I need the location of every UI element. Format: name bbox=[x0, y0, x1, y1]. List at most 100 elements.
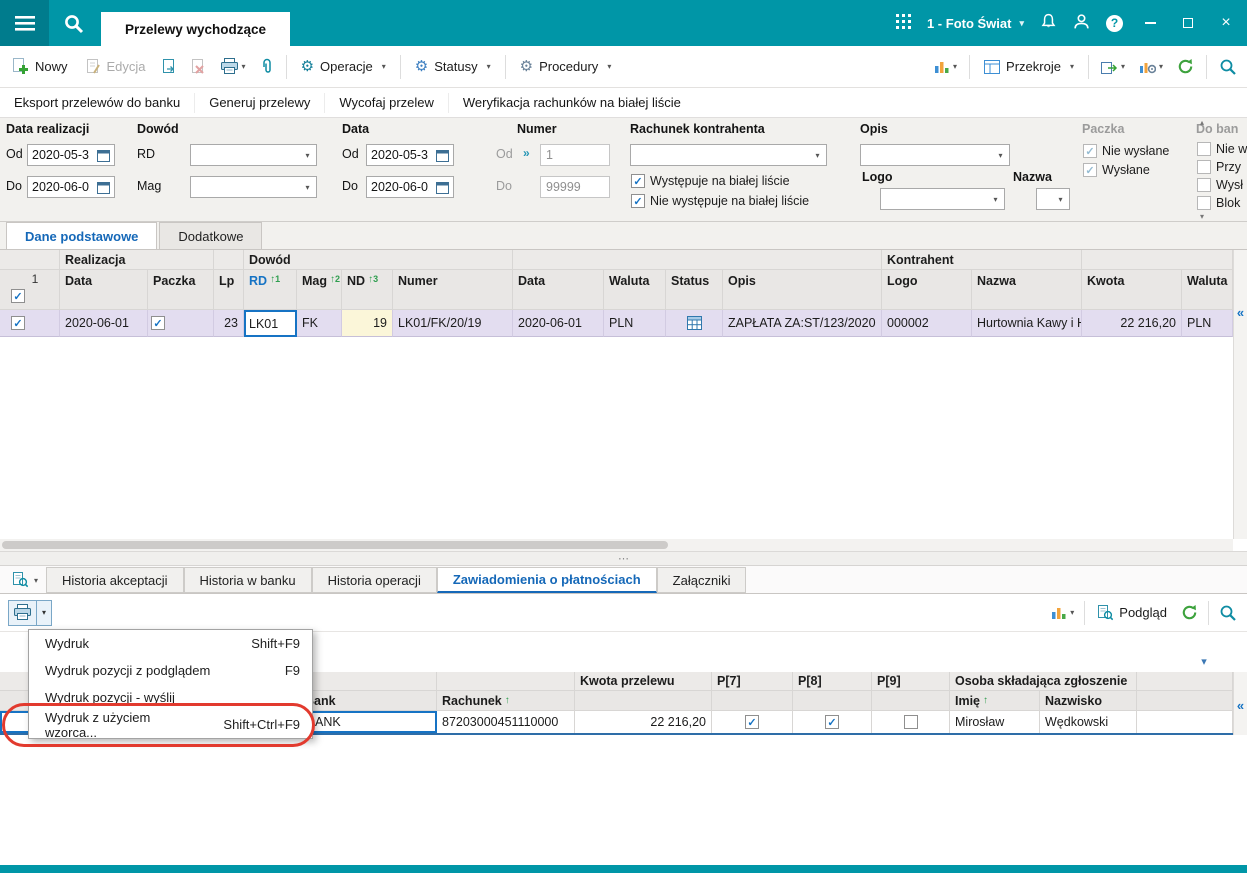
search-records-button-bottom[interactable] bbox=[1217, 601, 1239, 625]
search-records-button[interactable] bbox=[1217, 55, 1239, 79]
opis-combo[interactable]: ▾ bbox=[860, 144, 1010, 166]
refresh-button[interactable] bbox=[1175, 55, 1196, 78]
chart-settings-menu-button[interactable]: ▾ bbox=[1137, 57, 1165, 77]
select-all-checkbox[interactable]: ✓ bbox=[11, 289, 25, 303]
operacje-menu-button[interactable]: ⚙ Operacje ▾ bbox=[297, 56, 390, 77]
numer-od-input[interactable] bbox=[540, 144, 610, 166]
column-header-opis[interactable]: Opis bbox=[723, 270, 882, 310]
transfer-row[interactable]: ✓ 2020-06-01 ✓ 23 LK01 FK 19 LK01/FK/20/… bbox=[0, 310, 1233, 337]
tab-historia-w-banku[interactable]: Historia w banku bbox=[183, 567, 312, 593]
cell-rd-focused[interactable]: LK01 bbox=[244, 310, 297, 337]
column-header-data-realizacji[interactable]: Data bbox=[60, 270, 148, 310]
filter-scroll-up-button[interactable]: ▴ bbox=[1194, 116, 1210, 128]
data-do-input[interactable] bbox=[366, 176, 454, 198]
data-realizacji-do-input[interactable] bbox=[27, 176, 115, 198]
column-header-status[interactable]: Status bbox=[666, 270, 723, 310]
dowod-mag-combo[interactable]: ▾ bbox=[190, 176, 317, 198]
collapse-panel-left-icon[interactable]: « bbox=[1234, 698, 1247, 713]
column-header-numer[interactable]: Numer bbox=[393, 270, 513, 310]
tab-zawiadomienia-o-platnosciach[interactable]: Zawiadomienia o płatnościach bbox=[436, 567, 657, 593]
logo-combo[interactable]: ▾ bbox=[880, 188, 1005, 210]
filter-scroll-down-button[interactable]: ▾ bbox=[1194, 210, 1210, 222]
p7-checkbox-checked[interactable]: ✓ bbox=[745, 715, 759, 729]
column-header-rachunek[interactable]: Rachunek ↑ bbox=[437, 691, 575, 711]
do-banku-checkbox-1[interactable]: Nie w bbox=[1197, 142, 1247, 156]
maximize-button[interactable] bbox=[1177, 12, 1199, 34]
horizontal-scrollbar-thumb[interactable] bbox=[2, 541, 668, 549]
row-checkbox-checked[interactable]: ✓ bbox=[11, 316, 25, 330]
hamburger-menu-button[interactable] bbox=[0, 0, 49, 46]
chevron-down-icon[interactable]: ▾ bbox=[242, 62, 246, 71]
column-header-lp[interactable]: Lp bbox=[214, 270, 244, 310]
tab-historia-operacji[interactable]: Historia operacji bbox=[311, 567, 437, 593]
group-p8[interactable]: P[8] bbox=[793, 672, 872, 691]
generuj-przelewy-button[interactable]: Generuj przelewy bbox=[195, 92, 326, 113]
column-header-paczka[interactable]: Paczka bbox=[148, 270, 214, 310]
bottom-grid-right-scroll-strip[interactable]: « bbox=[1233, 672, 1247, 735]
company-selector[interactable]: 1 - Foto Świat ▾ bbox=[927, 16, 1024, 31]
przekroje-menu-button[interactable]: Przekroje ▾ bbox=[980, 56, 1078, 77]
row-select-cell[interactable]: ✓ bbox=[0, 310, 60, 337]
statusy-menu-button[interactable]: ⚙ Statusy ▾ bbox=[411, 56, 495, 77]
nie-wystepuje-na-bialej-liscie-checkbox[interactable]: ✓ Nie występuje na białej liście bbox=[631, 194, 809, 208]
calendar-icon[interactable] bbox=[94, 145, 113, 165]
attachment-button[interactable] bbox=[258, 55, 276, 78]
view-selector-button[interactable]: ▾ bbox=[4, 567, 46, 593]
calendar-icon[interactable] bbox=[94, 177, 113, 197]
print-button[interactable]: ▾ bbox=[218, 55, 248, 78]
menu-item-wydruk-pozycji-wyslij[interactable]: Wydruk pozycji - wyślij bbox=[29, 684, 312, 711]
numer-do-input[interactable] bbox=[540, 176, 610, 198]
tab-dane-podstawowe[interactable]: Dane podstawowe bbox=[6, 222, 158, 249]
column-header-waluta[interactable]: Waluta bbox=[604, 270, 666, 310]
column-header-imie[interactable]: Imię ↑ bbox=[950, 691, 1040, 711]
nowy-button[interactable]: Nowy bbox=[8, 55, 72, 78]
cell-p7[interactable]: ✓ bbox=[712, 711, 793, 733]
menu-item-wydruk-pozycji-z-podgladem[interactable]: Wydruk pozycji z podglądem F9 bbox=[29, 657, 312, 684]
column-header-data[interactable]: Data bbox=[513, 270, 604, 310]
select-all-header[interactable]: 1 ✓ bbox=[0, 270, 60, 310]
tab-zalaczniki[interactable]: Załączniki bbox=[656, 567, 747, 593]
rachunek-kontrahenta-combo[interactable]: ▾ bbox=[630, 144, 827, 166]
procedury-menu-button[interactable]: ⚙ Procedury ▾ bbox=[516, 56, 616, 77]
panel-splitter[interactable]: ⋯ bbox=[0, 551, 1247, 566]
export-menu-button[interactable]: ▾ bbox=[1099, 57, 1127, 77]
weryfikacja-rachunkow-button[interactable]: Weryfikacja rachunków na białej liście bbox=[449, 93, 695, 113]
cell-p8[interactable]: ✓ bbox=[793, 711, 872, 733]
paczka-nie-wyslane-checkbox[interactable]: ✓ Nie wysłane bbox=[1083, 144, 1169, 158]
group-kwota-przelewu[interactable]: Kwota przelewu bbox=[575, 672, 712, 691]
p8-checkbox-checked[interactable]: ✓ bbox=[825, 715, 839, 729]
do-banku-checkbox-4[interactable]: Blok bbox=[1197, 196, 1240, 210]
menu-item-wydruk-z-uzyciem-wzorca[interactable]: Wydruk z użyciem wzorca... Shift+Ctrl+F9 bbox=[29, 710, 312, 740]
nazwa-combo[interactable]: ▾ bbox=[1036, 188, 1070, 210]
titlebar-search-button[interactable] bbox=[49, 0, 98, 46]
column-header-nazwisko[interactable]: Nazwisko bbox=[1040, 691, 1137, 711]
delete-button[interactable] bbox=[189, 56, 208, 78]
open-document-button[interactable] bbox=[160, 56, 179, 78]
eksport-przelewow-button[interactable]: Eksport przelewów do banku bbox=[0, 92, 196, 113]
help-icon[interactable]: ? bbox=[1106, 14, 1123, 32]
dowod-rd-combo[interactable]: ▾ bbox=[190, 144, 317, 166]
close-button[interactable]: × bbox=[1215, 12, 1237, 34]
edycja-button[interactable]: Edycja bbox=[82, 56, 150, 78]
user-icon[interactable] bbox=[1073, 13, 1090, 33]
print-dropdown-button[interactable]: ▾ bbox=[36, 599, 52, 626]
minimize-button[interactable] bbox=[1139, 12, 1161, 34]
tab-dodatkowe[interactable]: Dodatkowe bbox=[159, 222, 263, 249]
grid-right-scroll-strip[interactable]: « bbox=[1233, 250, 1247, 539]
data-od-input[interactable] bbox=[366, 144, 454, 166]
column-header-logo[interactable]: Logo bbox=[882, 270, 972, 310]
column-header-nazwa[interactable]: Nazwa bbox=[972, 270, 1082, 310]
column-header-nd[interactable]: ND ↑3 bbox=[342, 270, 393, 310]
wystepuje-na-bialej-liscie-checkbox[interactable]: ✓ Występuje na białej liście bbox=[631, 174, 790, 188]
p9-checkbox-unchecked[interactable] bbox=[903, 715, 918, 729]
paczka-checkbox-checked[interactable]: ✓ bbox=[151, 316, 165, 330]
menu-item-wydruk[interactable]: Wydruk Shift+F9 bbox=[29, 630, 312, 657]
column-header-rd[interactable]: RD ↑1 bbox=[244, 270, 297, 310]
podglad-button[interactable]: Podgląd bbox=[1093, 602, 1171, 624]
data-realizacji-od-input[interactable] bbox=[27, 144, 115, 166]
cell-paczka[interactable]: ✓ bbox=[148, 310, 214, 337]
calendar-icon[interactable] bbox=[433, 177, 452, 197]
notifications-bell-icon[interactable] bbox=[1040, 13, 1057, 33]
window-tab-przelewy-wychodzace[interactable]: Przelewy wychodzące bbox=[101, 12, 291, 46]
do-banku-checkbox-2[interactable]: Przy bbox=[1197, 160, 1241, 174]
